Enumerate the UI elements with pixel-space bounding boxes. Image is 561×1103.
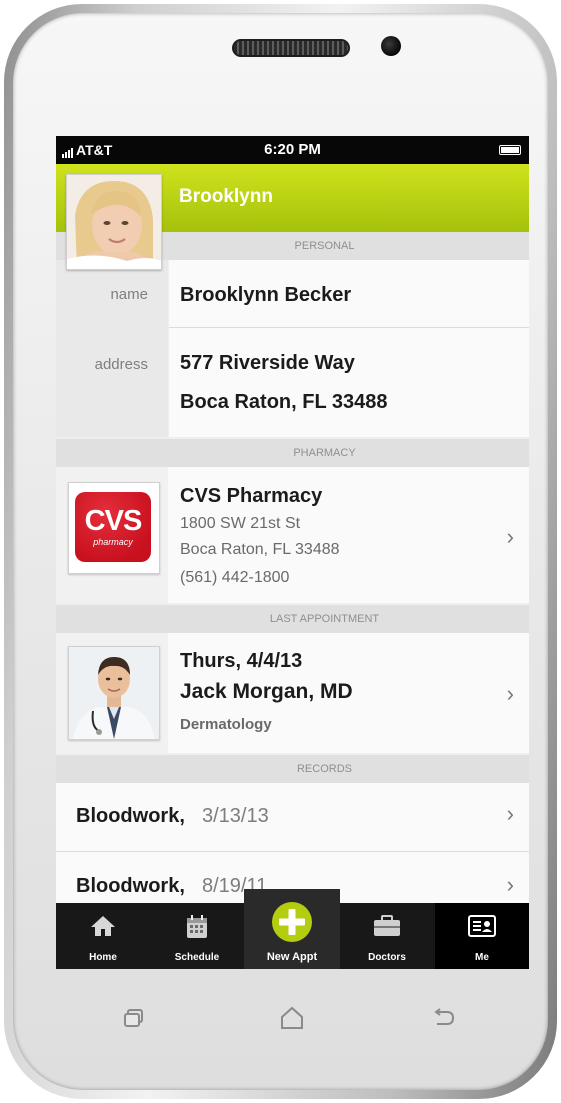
address-line1[interactable]: 577 Riverside Way xyxy=(180,352,355,375)
appointment-specialty: Dermatology xyxy=(180,716,272,733)
address-line2[interactable]: Boca Raton, FL 33488 xyxy=(180,391,387,414)
doctor-photo xyxy=(68,646,160,740)
tab-new-appt[interactable]: New Appt xyxy=(244,889,340,969)
status-bar: AT&T 6:20 PM xyxy=(56,136,529,164)
name-value[interactable]: Brooklynn Becker xyxy=(180,284,351,307)
tab-label: Me xyxy=(475,952,489,963)
section-header-appointment: LAST APPOINTMENT xyxy=(56,605,529,633)
chevron-right-icon: › xyxy=(506,801,514,826)
home-key-icon[interactable] xyxy=(279,1006,305,1035)
appointment-date: Thurs, 4/4/13 xyxy=(180,650,303,672)
battery-icon xyxy=(499,145,521,155)
section-header-records: RECORDS xyxy=(56,755,529,783)
tab-label: Home xyxy=(89,952,117,963)
divider xyxy=(169,327,529,328)
profile-name: Brooklynn xyxy=(179,186,273,207)
cvs-logo-icon: CVS pharmacy xyxy=(75,492,151,562)
pharmacy-phone[interactable]: (561) 442-1800 xyxy=(180,569,289,587)
recent-apps-icon[interactable] xyxy=(123,1008,145,1033)
pharmacy-logo: CVS pharmacy xyxy=(68,482,160,574)
tab-schedule[interactable]: Schedule xyxy=(150,903,244,969)
pharmacy-street: 1800 SW 21st St xyxy=(180,515,301,532)
speaker-grille xyxy=(232,39,350,57)
plus-icon xyxy=(244,901,340,948)
chevron-right-icon: › xyxy=(506,681,514,706)
tab-me[interactable]: Me xyxy=(435,903,529,969)
name-label: name xyxy=(110,286,148,303)
address-label: address xyxy=(94,356,148,373)
status-time: 6:20 PM xyxy=(264,141,321,158)
tab-home[interactable]: Home xyxy=(56,903,150,969)
cvs-logo-text: CVS xyxy=(84,505,143,537)
home-icon xyxy=(56,915,150,942)
id-card-icon xyxy=(435,915,529,942)
tab-bar: Home Schedule New Appt Doctors Me xyxy=(56,889,529,969)
tab-label: New Appt xyxy=(266,951,318,963)
chevron-right-icon: › xyxy=(506,524,514,549)
chevron-right-icon: › xyxy=(506,872,514,897)
pharmacy-name: CVS Pharmacy xyxy=(180,485,323,507)
front-camera xyxy=(381,36,401,56)
app-screen: AT&T 6:20 PM Brooklynn PERSONAL name Bro… xyxy=(56,136,529,969)
tab-label: Schedule xyxy=(174,952,220,963)
calendar-icon xyxy=(150,915,244,944)
pharmacy-city: Boca Raton, FL 33488 xyxy=(180,541,340,558)
tab-doctors[interactable]: Doctors xyxy=(340,903,434,969)
section-header-pharmacy: PHARMACY xyxy=(56,439,529,467)
appointment-doctor: Jack Morgan, MD xyxy=(180,680,353,703)
record-title: Bloodwork, xyxy=(76,875,185,897)
back-key-icon[interactable] xyxy=(431,1008,455,1033)
briefcase-icon xyxy=(340,915,434,942)
record-row[interactable]: Bloodwork, 3/13/13 › xyxy=(56,783,529,851)
tab-label: Doctors xyxy=(368,952,406,963)
avatar[interactable] xyxy=(66,174,162,270)
record-date: 3/13/13 xyxy=(202,805,269,827)
cvs-logo-subtext: pharmacy xyxy=(93,537,133,547)
record-title: Bloodwork, xyxy=(76,805,185,827)
